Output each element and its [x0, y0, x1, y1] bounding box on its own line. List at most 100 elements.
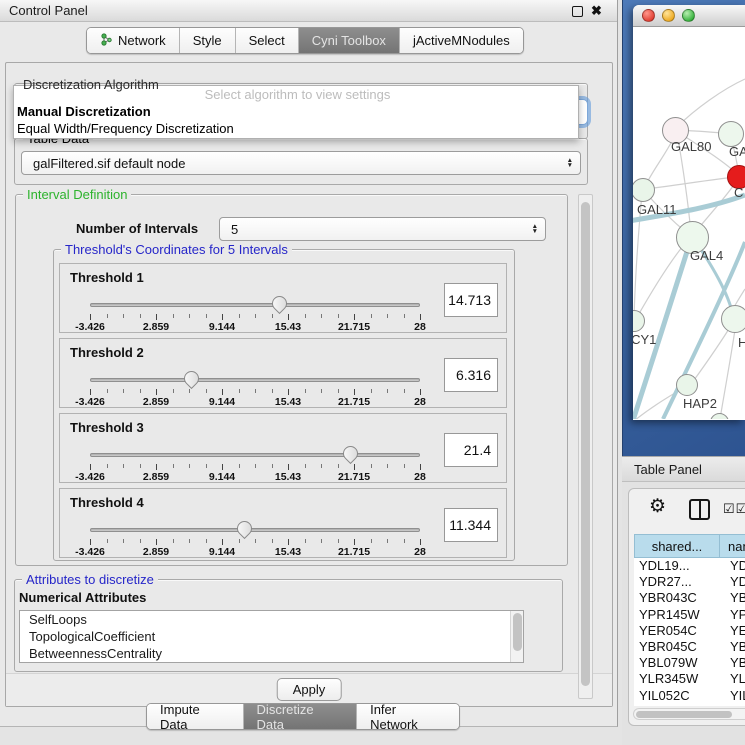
tick-mark — [239, 464, 240, 468]
attribute-list-item[interactable]: BetweennessCentrality — [20, 645, 523, 662]
table-row[interactable]: YDL19...YDL1 — [634, 558, 745, 574]
tab-select[interactable]: Select — [236, 28, 299, 53]
slider-track[interactable] — [90, 528, 420, 532]
table-row[interactable]: YBL079WYBL0 — [634, 655, 745, 671]
tab-style[interactable]: Style — [180, 28, 236, 53]
table-row[interactable]: YPR145WYPR1 — [634, 607, 745, 623]
threshold-value-field[interactable]: 14.713 — [444, 283, 498, 317]
close-traffic-light-icon[interactable] — [642, 9, 655, 22]
tab-discretize-data[interactable]: Discretize Data — [244, 704, 358, 729]
threshold-value-field[interactable]: 6.316 — [444, 358, 498, 392]
threshold-label: Threshold 2 — [70, 345, 144, 360]
tick-label: 2.859 — [143, 546, 169, 558]
tick-mark — [206, 314, 207, 318]
table-row[interactable]: YDR27...YDR2 — [634, 574, 745, 590]
close-icon[interactable]: ✖ — [591, 3, 602, 19]
table-data-combobox[interactable]: galFiltered.sif default node ▲▼ — [21, 151, 581, 175]
table-row[interactable]: YLR345WYLR3 — [634, 671, 745, 687]
table-row[interactable]: YIL052CYIL0 — [634, 688, 745, 704]
tick-mark — [404, 464, 405, 468]
tab-impute-data[interactable]: Impute Data — [147, 704, 244, 729]
tick-mark — [255, 314, 256, 318]
tick-mark — [387, 389, 388, 393]
tab-jactivemnodules[interactable]: jActiveMNodules — [400, 28, 523, 53]
slider-track[interactable] — [90, 303, 420, 307]
table-row[interactable]: YER054CYER0 — [634, 623, 745, 639]
node-label-hap2: HAP2 — [683, 396, 717, 411]
cell-shared-name[interactable]: YDL19... — [634, 558, 720, 574]
column-layout-icon[interactable] — [689, 499, 710, 520]
slider-track[interactable] — [90, 453, 420, 457]
scrollbar-thumb[interactable] — [636, 711, 732, 718]
slider-thumb[interactable] — [181, 368, 202, 389]
cell-shared-name[interactable]: YBR045C — [634, 639, 720, 655]
horizontal-scrollbar[interactable] — [633, 708, 745, 720]
network-canvas[interactable]: GAL80GACGAL11GAL4GCY1HHAP2 — [633, 27, 745, 419]
tick-label: 2.859 — [143, 471, 169, 483]
cell-shared-name[interactable]: YPR145W — [634, 607, 720, 623]
cell-shared-name[interactable]: YLR345W — [634, 671, 720, 687]
cell-shared-name[interactable]: YBL079W — [634, 655, 720, 671]
cell-name[interactable]: YIL0 — [720, 688, 745, 704]
tick-mark — [107, 314, 108, 318]
zoom-traffic-light-icon[interactable] — [682, 9, 695, 22]
cell-name[interactable]: YDL1 — [720, 558, 745, 574]
column-header-name[interactable]: name — [720, 534, 745, 558]
tab-infer-network[interactable]: Infer Network — [357, 704, 459, 729]
cell-name[interactable]: YPR1 — [720, 607, 745, 623]
algorithm-dropdown-popup: Select algorithm to view settings Manual… — [13, 85, 579, 139]
attribute-list-item[interactable]: SelfLoops — [20, 611, 523, 628]
minimize-traffic-light-icon[interactable] — [662, 9, 675, 22]
cell-name[interactable]: YER0 — [720, 623, 745, 639]
cell-name[interactable]: YLR3 — [720, 671, 745, 687]
panel-scrollbar[interactable] — [578, 194, 593, 699]
scrollbar-thumb[interactable] — [581, 202, 590, 686]
threshold-slider[interactable] — [90, 377, 420, 385]
tick-mark — [173, 314, 174, 318]
cell-shared-name[interactable]: YIL052C — [634, 688, 720, 704]
gear-icon[interactable]: ⚙ — [649, 495, 666, 518]
tick-label: 21.715 — [338, 546, 370, 558]
slider-thumb[interactable] — [269, 293, 290, 314]
tick-label: 28 — [414, 396, 426, 408]
slider-track[interactable] — [90, 378, 420, 382]
tick-mark — [387, 464, 388, 468]
cell-shared-name[interactable]: YDR27... — [634, 574, 720, 590]
threshold-value-field[interactable]: 11.344 — [444, 508, 498, 542]
slider-thumb[interactable] — [340, 443, 361, 464]
node[interactable] — [721, 305, 745, 333]
cell-name[interactable]: YBL0 — [720, 655, 745, 671]
slider-thumb[interactable] — [234, 518, 255, 539]
apply-button[interactable]: Apply — [277, 678, 342, 701]
checkbox-checked-icons[interactable]: ☑☑ — [723, 501, 745, 517]
tick-mark — [288, 464, 289, 470]
threshold-slider[interactable] — [90, 452, 420, 460]
column-header-shared-name[interactable]: shared... — [634, 534, 720, 558]
cell-name[interactable]: YBR0 — [720, 590, 745, 606]
dropdown-item-manual-discretization[interactable]: Manual Discretization — [14, 103, 578, 120]
dropdown-item-equal-width-frequency[interactable]: Equal Width/Frequency Discretization — [14, 120, 578, 137]
table-row[interactable]: YBR043CYBR0 — [634, 590, 745, 606]
cell-name[interactable]: YDR2 — [720, 574, 745, 590]
network-window-titlebar[interactable] — [633, 5, 745, 27]
numerical-attributes-list[interactable]: SelfLoopsTopologicalCoefficientBetweenne… — [19, 610, 524, 663]
number-of-intervals-combobox[interactable]: 5 ▲▼ — [219, 217, 546, 241]
slider-ticks — [90, 389, 420, 396]
tab-label: Infer Network — [370, 703, 446, 730]
list-scrollbar[interactable] — [510, 611, 523, 662]
threshold-slider[interactable] — [90, 302, 420, 310]
cell-shared-name[interactable]: YBR043C — [634, 590, 720, 606]
threshold-value-field[interactable]: 21.4 — [444, 433, 498, 467]
table-row[interactable]: YBR045CYBR0 — [634, 639, 745, 655]
cell-shared-name[interactable]: YER054C — [634, 623, 720, 639]
tab-cyni-toolbox[interactable]: Cyni Toolbox — [299, 28, 400, 53]
attributes-group-title: Attributes to discretize — [22, 572, 158, 587]
attribute-list-item[interactable]: TopologicalCoefficient — [20, 628, 523, 645]
cell-name[interactable]: YBR0 — [720, 639, 745, 655]
scrollbar-thumb[interactable] — [513, 613, 522, 651]
tick-mark — [288, 389, 289, 395]
node-hap2[interactable] — [676, 374, 698, 396]
float-window-icon[interactable] — [572, 6, 583, 17]
tab-network[interactable]: Network — [87, 28, 180, 53]
threshold-slider[interactable] — [90, 527, 420, 535]
